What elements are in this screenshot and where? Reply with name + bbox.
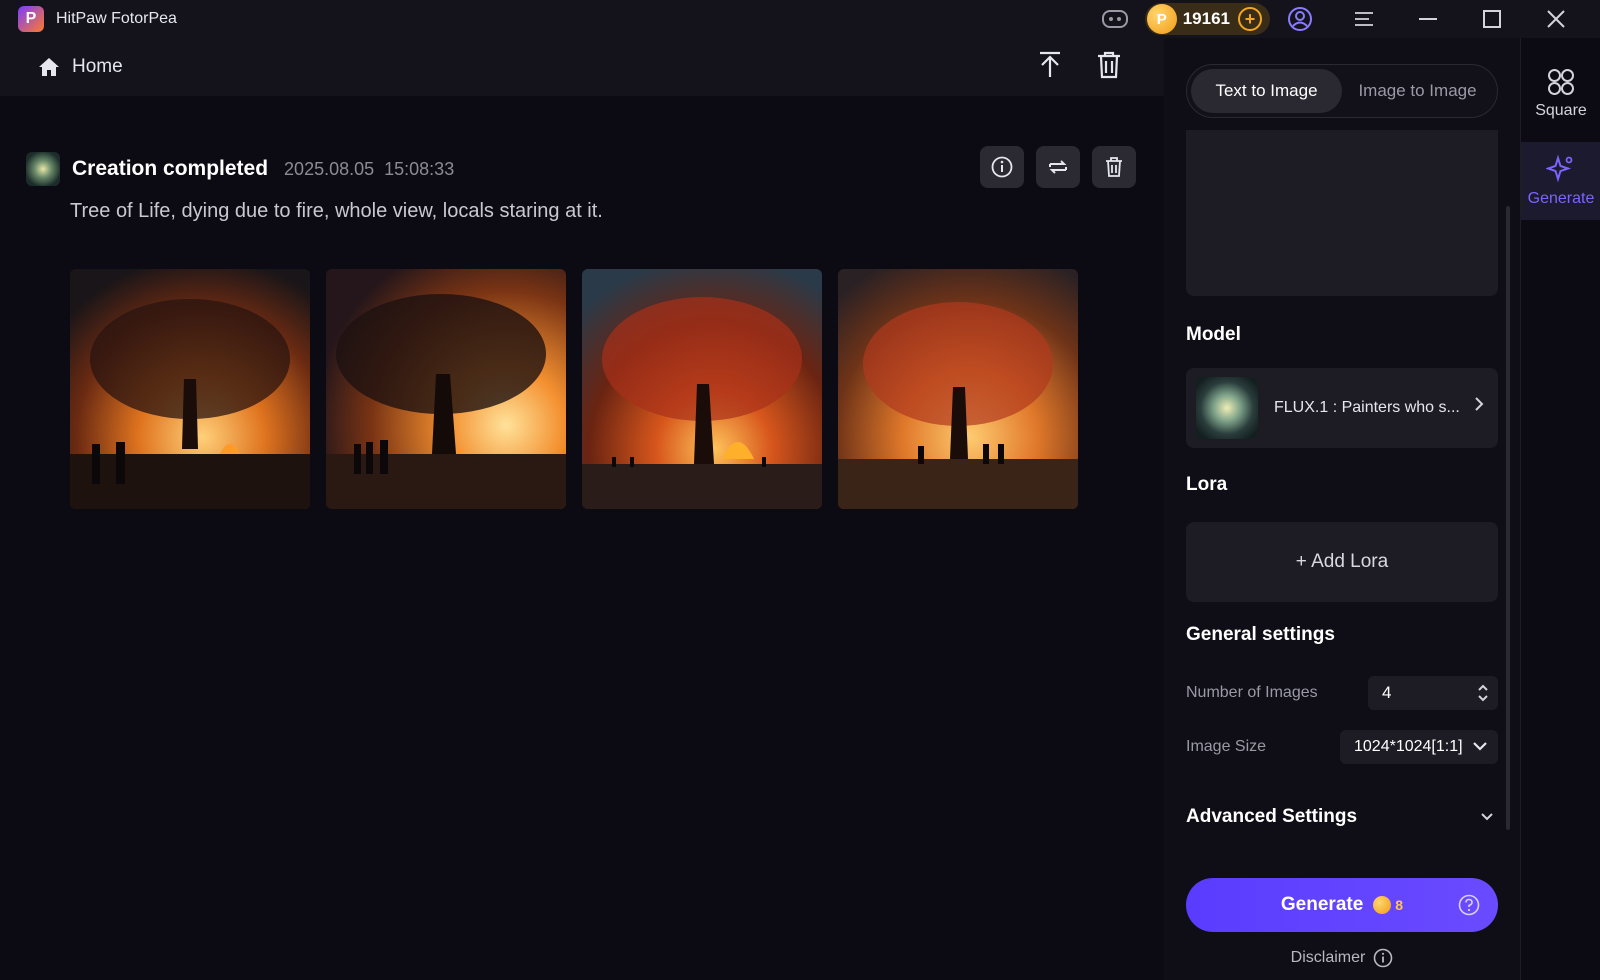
creation-date: 2025.08.05 (284, 158, 375, 179)
scroll-to-top-button[interactable] (1038, 51, 1062, 84)
image-size-select[interactable]: 1024*1024[1:1] (1340, 730, 1498, 764)
creation-time: 15:08:33 (384, 158, 455, 179)
help-icon[interactable] (1458, 894, 1480, 916)
breadcrumb-bar: Home (0, 38, 1164, 96)
settings-panel: Text to Image Image to Image Model FLUX.… (1164, 38, 1520, 980)
image-size-value: 1024*1024[1:1] (1354, 738, 1463, 755)
menu-icon[interactable] (1344, 0, 1384, 38)
maximize-icon[interactable] (1472, 0, 1512, 38)
panel-scrollbar[interactable] (1506, 206, 1510, 830)
add-lora-button[interactable]: + Add Lora (1186, 522, 1498, 602)
general-settings-label: General settings (1186, 624, 1335, 645)
advanced-settings-label: Advanced Settings (1186, 806, 1358, 827)
upload-icon (1040, 51, 1060, 77)
disclaimer-label: Disclaimer (1290, 949, 1366, 966)
coin-count: 19161 (1182, 9, 1230, 28)
generated-image[interactable] (326, 269, 566, 509)
generated-image[interactable] (582, 269, 822, 509)
generated-image[interactable] (838, 269, 1078, 509)
rail-item-generate[interactable]: Generate (1521, 142, 1600, 220)
trash-icon (1098, 51, 1120, 78)
home-label: Home (72, 56, 123, 77)
square-grid-icon (1548, 69, 1574, 95)
num-images-value: 4 (1382, 683, 1392, 702)
generate-cost: 8 (1395, 897, 1404, 913)
chevron-right-icon (1475, 397, 1484, 411)
chevron-down-icon (1473, 742, 1487, 751)
chevron-down-icon (1481, 813, 1493, 821)
rail-label-generate: Generate (1527, 190, 1595, 207)
lora-section-label: Lora (1186, 474, 1228, 495)
generated-image[interactable] (70, 269, 310, 509)
info-icon (991, 156, 1013, 178)
image-gallery (70, 269, 1136, 509)
creation-prompt: Tree of Life, dying due to fire, whole v… (70, 200, 603, 222)
mode-tabs: Text to Image Image to Image (1186, 64, 1498, 118)
creation-status: Creation completed (72, 157, 269, 180)
prompt-input[interactable] (1186, 130, 1498, 296)
title-bar: P HitPaw FotorPea P 19161 + (0, 0, 1600, 38)
generate-label: Generate (1280, 894, 1364, 915)
trash-icon (1106, 157, 1122, 177)
model-selector[interactable]: FLUX.1 : Painters who s... (1186, 368, 1498, 448)
info-icon (1374, 948, 1393, 968)
close-icon[interactable] (1536, 0, 1576, 38)
app-logo: P (18, 6, 44, 32)
model-name: FLUX.1 : Painters who s... (1274, 399, 1460, 416)
image-size-label: Image Size (1186, 738, 1267, 755)
refresh-icon (1049, 160, 1067, 174)
home-icon (39, 58, 59, 76)
sparkle-icon (1546, 154, 1573, 183)
delete-creation-button[interactable] (1092, 146, 1136, 188)
add-coins-button[interactable]: + (1238, 7, 1262, 31)
home-link[interactable]: Home (38, 56, 123, 78)
tab-image-to-image[interactable]: Image to Image (1342, 69, 1493, 113)
add-coins-symbol: + (1244, 9, 1256, 29)
num-images-stepper[interactable]: 4 (1368, 676, 1498, 710)
minimize-icon[interactable] (1408, 0, 1448, 38)
stepper-arrows-icon[interactable] (1476, 681, 1490, 705)
clear-all-button[interactable] (1096, 51, 1122, 84)
side-rail: Square Generate (1520, 38, 1600, 980)
num-images-label: Number of Images (1186, 684, 1318, 701)
model-avatar (26, 152, 60, 186)
model-section-label: Model (1186, 324, 1241, 345)
coin-icon (1373, 896, 1392, 914)
app-title: HitPaw FotorPea (56, 10, 177, 27)
discord-icon[interactable] (1095, 0, 1135, 38)
regenerate-button[interactable] (1036, 146, 1080, 188)
model-thumbnail (1196, 377, 1258, 439)
coin-symbol: P (1156, 10, 1167, 28)
account-icon[interactable] (1280, 0, 1320, 38)
generate-button[interactable]: Generate 8 (1186, 878, 1498, 932)
app-logo-letter: P (25, 10, 37, 27)
main-area: Home Creation completed 2025.08.05 15:08… (0, 38, 1164, 980)
tab-text-to-image[interactable]: Text to Image (1191, 69, 1342, 113)
coin-icon: P (1146, 4, 1177, 34)
coin-balance[interactable]: P 19161 + (1144, 3, 1270, 35)
info-button[interactable] (980, 146, 1024, 188)
disclaimer-link[interactable]: Disclaimer (1186, 948, 1498, 968)
rail-item-square[interactable]: Square (1521, 54, 1600, 134)
rail-label-square: Square (1535, 102, 1587, 119)
creation-card: Creation completed 2025.08.05 15:08:33 T… (26, 146, 1136, 509)
advanced-settings-toggle[interactable]: Advanced Settings (1186, 802, 1498, 832)
